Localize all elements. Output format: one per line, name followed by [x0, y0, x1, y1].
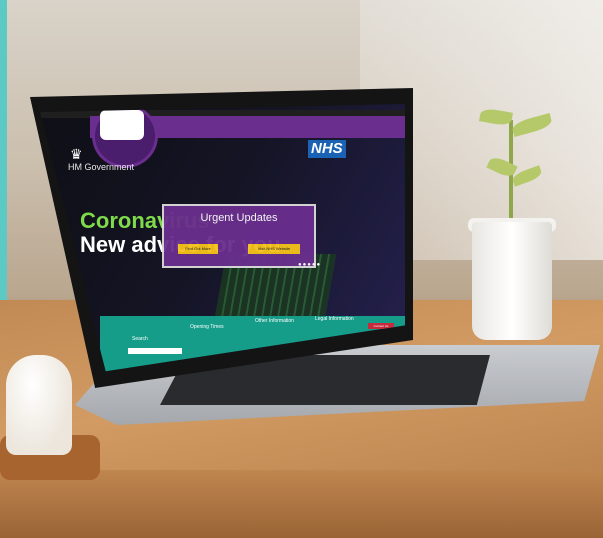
coffee-cup	[6, 355, 72, 455]
visit-nhs-button[interactable]: Visit NHS Website	[248, 244, 300, 254]
site-brand: HM Government	[68, 162, 135, 172]
carousel-dots[interactable]: ●●●●●	[298, 262, 321, 268]
nhs-logo: NHS	[308, 140, 346, 158]
plant-pot	[472, 222, 552, 340]
footer-opening-title: Opening Times	[190, 324, 224, 330]
footer-other-title: Other Information	[255, 318, 294, 324]
find-out-more-button[interactable]: Find Out More	[178, 244, 218, 254]
modal-title: Urgent Updates	[200, 212, 278, 224]
urgent-updates-modal: Urgent Updates Find Out More Visit NHS W…	[162, 204, 316, 268]
badge-logo	[100, 110, 144, 140]
crest-icon: ♛	[70, 146, 83, 162]
footer-search-title: Search	[132, 336, 148, 342]
footer-legal-title: Legal Information	[315, 316, 354, 322]
search-input[interactable]	[128, 348, 182, 354]
photo-scene: ♛ HM Government NHS Coronavirus New advi…	[0, 0, 603, 538]
table-edge	[0, 470, 603, 538]
